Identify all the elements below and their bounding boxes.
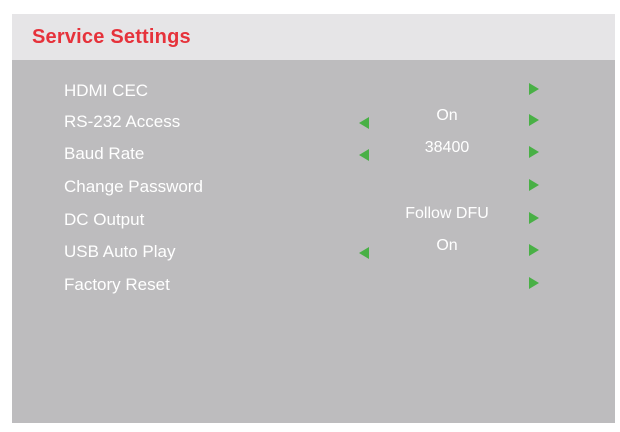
menu-item-label: USB Auto Play <box>64 242 176 261</box>
menu-item-value: 38400 <box>424 139 470 156</box>
menu-item-label: Baud Rate <box>64 144 145 163</box>
menu-item-hdmi-cec[interactable]: HDMI CEC <box>12 76 615 106</box>
menu-item-dc-output[interactable]: DC Output Follow DFU <box>12 205 615 235</box>
right-arrow-icon[interactable] <box>529 179 539 191</box>
menu-title: Service Settings <box>32 26 191 48</box>
menu-item-baud-rate[interactable]: Baud Rate 38400 <box>12 139 615 169</box>
right-arrow-icon[interactable] <box>529 114 539 126</box>
right-arrow-icon[interactable] <box>529 212 539 224</box>
menu-item-value: On <box>436 107 458 124</box>
menu-item-change-password[interactable]: Change Password <box>12 172 615 202</box>
right-arrow-icon[interactable] <box>529 277 539 289</box>
menu-item-label: RS-232 Access <box>64 112 181 131</box>
menu-item-label: Change Password <box>64 177 203 196</box>
menu-item-factory-reset[interactable]: Factory Reset <box>12 270 615 300</box>
service-settings-menu: Service Settings HDMI CEC RS-232 Access … <box>12 14 615 423</box>
menu-item-label: Factory Reset <box>64 275 170 294</box>
menu-header: Service Settings <box>12 14 615 60</box>
menu-item-usb-auto-play[interactable]: USB Auto Play On <box>12 237 615 267</box>
menu-item-rs232-access[interactable]: RS-232 Access On <box>12 107 615 137</box>
right-arrow-icon[interactable] <box>529 146 539 158</box>
right-arrow-icon[interactable] <box>529 83 539 95</box>
menu-item-value: Follow DFU <box>405 205 489 222</box>
menu-item-value: On <box>436 237 458 254</box>
menu-item-label: HDMI CEC <box>64 81 149 100</box>
right-arrow-icon[interactable] <box>529 244 539 256</box>
menu-item-label: DC Output <box>64 210 145 229</box>
